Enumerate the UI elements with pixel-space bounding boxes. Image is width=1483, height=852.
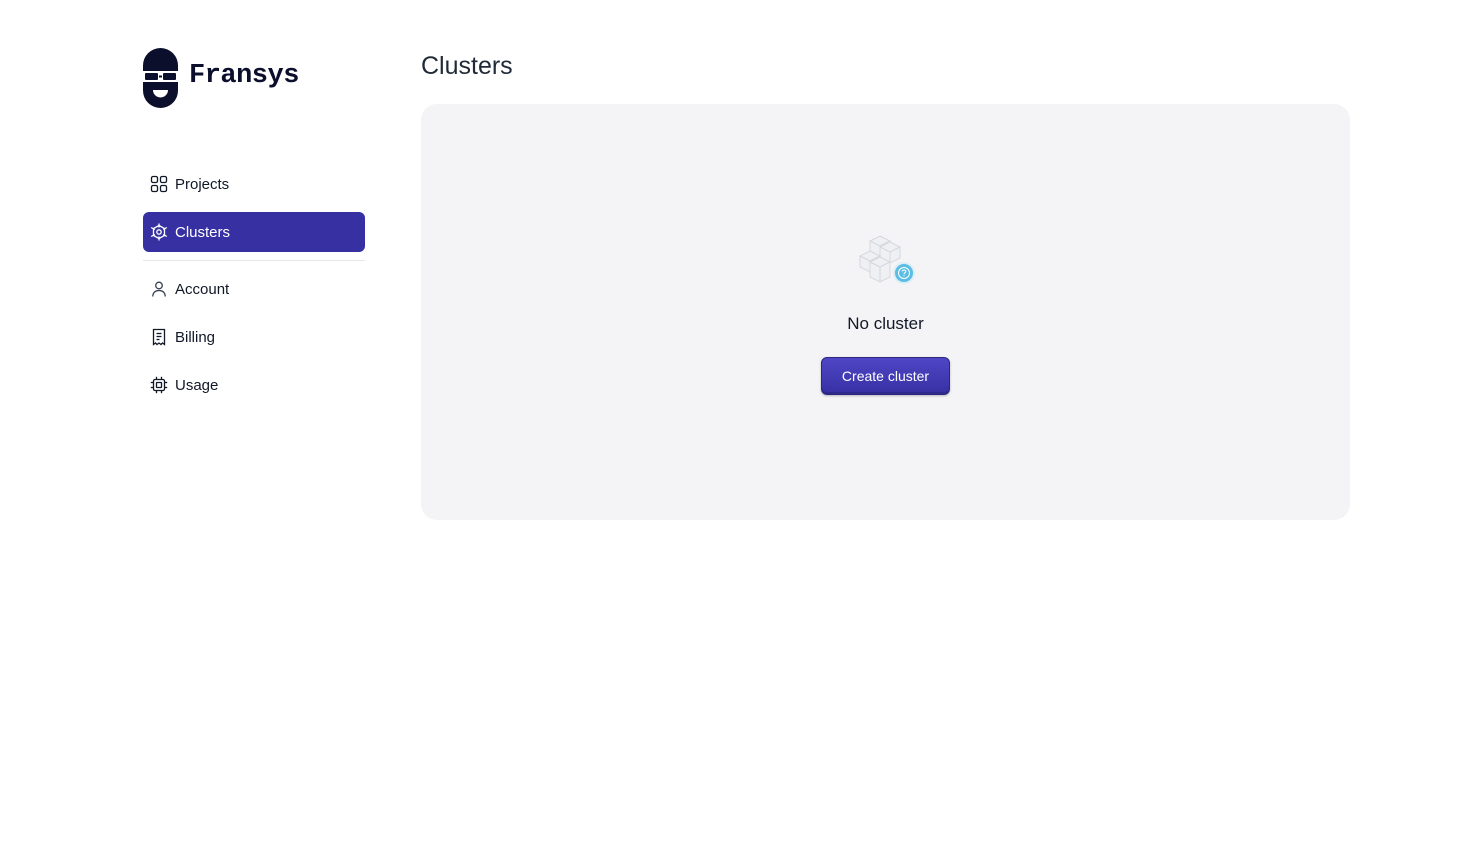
- sidebar-item-clusters[interactable]: Clusters: [143, 212, 365, 252]
- fransys-logo-icon: [143, 48, 178, 108]
- user-icon: [150, 280, 168, 298]
- grid-icon: [150, 175, 168, 193]
- brand-name: Fransys: [189, 61, 299, 91]
- cubes-question-icon: [858, 235, 915, 284]
- sidebar-item-label: Projects: [175, 175, 230, 193]
- brand-logo[interactable]: Fransys: [143, 48, 299, 108]
- sidebar-item-billing[interactable]: Billing: [143, 317, 365, 357]
- sidebar-item-label: Clusters: [175, 223, 231, 241]
- sidebar-item-account[interactable]: Account: [143, 269, 365, 309]
- sidebar-item-usage[interactable]: Usage: [143, 365, 365, 405]
- sidebar-item-label: Account: [175, 280, 230, 298]
- cluster-icon: [150, 223, 168, 241]
- sidebar-item-projects[interactable]: Projects: [143, 164, 365, 204]
- create-cluster-button[interactable]: Create cluster: [821, 357, 950, 395]
- empty-state-panel: No cluster Create cluster: [421, 104, 1350, 520]
- sidebar-item-label: Billing: [175, 328, 216, 346]
- page-title: Clusters: [421, 52, 513, 80]
- receipt-icon: [150, 328, 168, 346]
- chip-icon: [150, 376, 168, 394]
- nav-divider: [143, 260, 365, 261]
- empty-state: No cluster Create cluster: [421, 232, 1350, 395]
- sidebar-nav: Projects Clusters Account Billing Usage: [143, 164, 365, 413]
- empty-state-message: No cluster: [847, 314, 924, 333]
- sidebar-item-label: Usage: [175, 376, 219, 394]
